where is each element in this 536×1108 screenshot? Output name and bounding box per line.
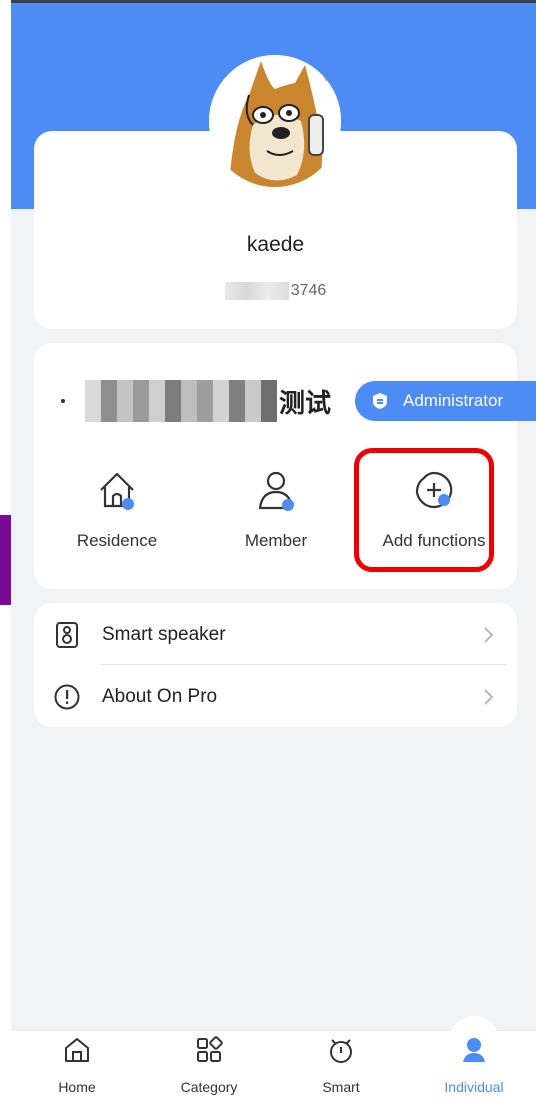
avatar[interactable] [209,55,341,187]
member-label: Member [244,531,308,550]
smart-speaker-row[interactable]: Smart speaker [34,604,517,666]
member-button[interactable]: Member [206,468,346,551]
home-icon [65,1038,89,1062]
tab-home[interactable]: Home [27,1036,127,1095]
house-icon [100,472,134,510]
tab-category[interactable]: Category [159,1036,259,1095]
category-icon [197,1036,223,1062]
menu-divider [101,664,506,665]
username: kaede [246,233,305,256]
individual-icon [463,1038,485,1062]
speaker-icon [56,622,78,648]
person-icon [258,471,294,511]
home-name[interactable]: 测试 [61,379,331,423]
dog-avatar-icon [209,55,341,187]
masked-phone-prefix [224,282,289,300]
about-on-pro-row[interactable]: About On Pro [34,666,517,728]
tab-individual[interactable]: Individual [424,1036,524,1095]
tab-smart[interactable]: Smart [291,1036,391,1095]
about-on-pro-label: About On Pro [102,686,218,707]
masked-home-name [84,380,277,422]
shield-icon [373,393,387,409]
chevron-right-icon [484,689,494,705]
add-functions-highlight [354,448,494,572]
phone-number: 3746 [34,282,517,300]
tab-individual-label: Individual [444,1079,504,1095]
smart-icon [330,1039,352,1063]
phone-suffix: 3746 [290,282,327,300]
residence-button[interactable]: Residence [47,468,187,551]
administrator-badge: Administrator [355,381,536,421]
info-exclamation-icon [54,684,80,710]
chevron-right-icon [484,627,494,643]
administrator-label: Administrator [403,391,504,410]
tab-smart-label: Smart [322,1079,360,1095]
tab-category-label: Category [180,1079,238,1095]
home-bullet [61,399,65,403]
tab-home-label: Home [58,1079,96,1095]
residence-label: Residence [76,531,158,550]
home-name-suffix: 测试 [278,387,331,418]
smart-speaker-label: Smart speaker [102,624,226,645]
left-edge-bar [0,515,11,605]
